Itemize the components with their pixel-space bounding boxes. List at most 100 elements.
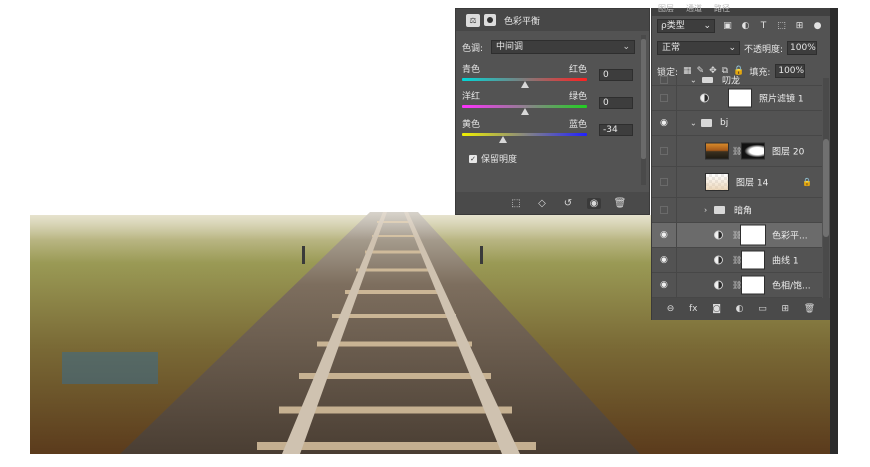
slider-left-label: 洋红 [462,92,481,102]
add-mask-icon[interactable]: ◙ [712,304,721,314]
eye-icon[interactable]: ◉ [660,280,668,290]
adjustment-layer-icon [714,280,723,290]
layer-mask-thumbnail[interactable] [741,250,765,270]
visibility-toggle[interactable] [660,178,668,186]
column-divider [676,248,677,272]
layer-row[interactable]: ◉ ⛓ 曲线 1 [652,248,822,273]
eye-icon[interactable]: ◉ [660,255,668,265]
reset-icon[interactable]: ↺ [561,198,575,209]
eye-icon[interactable]: ◉ [660,118,668,128]
layer-row[interactable]: › 暗角 [652,198,822,223]
opacity-label: 不透明度: [744,44,784,55]
preserve-luminosity-checkbox[interactable]: ✓ [469,154,477,163]
view-previous-icon[interactable]: ◇ [535,198,549,209]
chevron-right-icon[interactable]: › [704,206,707,215]
layer-name: 色彩平... [772,231,808,242]
pixel-filter-icon[interactable]: ▣ [722,21,733,31]
trash-icon[interactable]: 🗑 [804,304,815,314]
column-divider [676,198,677,222]
smart-object-filter-icon[interactable]: ⊞ [794,21,805,31]
trash-icon[interactable]: 🗑 [613,198,627,209]
adjustment-filter-icon[interactable]: ◐ [740,21,751,31]
yellow-blue-slider[interactable]: 黄色 蓝色 [462,119,587,143]
eye-icon[interactable]: ◉ [660,230,668,240]
layers-scroll-thumb[interactable] [823,139,829,237]
layer-name: bj [720,118,729,128]
tone-value: 中间调 [496,42,524,52]
layer-row-selected[interactable]: ◉ ⛓ 色彩平... [652,223,822,248]
preserve-luminosity[interactable]: ✓ 保留明度 [469,152,517,165]
yellow-blue-value-field[interactable]: -34 [599,124,633,136]
folder-icon [714,206,725,214]
layer-row[interactable]: 照片滤镜 1 [652,86,822,111]
column-divider [676,75,677,85]
blend-mode-select[interactable]: 正常 ⌄ [657,41,740,55]
filter-row: ρ类型 ⌄ ▣ ◐ T ⬚ ⊞ ● [657,19,823,33]
layer-name: 暗角 [734,206,753,217]
chevron-down-icon: ⌄ [728,43,736,53]
visibility-toggle[interactable] [660,76,668,84]
new-layer-icon[interactable]: ⊞ [781,304,789,314]
layer-row[interactable]: ⛓ 图层 20 [652,136,822,167]
properties-footer: ⬚ ◇ ↺ ◉ 🗑 [456,192,649,214]
tab-channels[interactable]: 通道 [686,3,702,14]
layer-name: 图层 14 [736,178,769,189]
layer-name: 色相/饱... [772,281,811,292]
panel-title: 色彩平衡 [504,16,541,27]
slider-thumb[interactable] [520,81,529,88]
visibility-toggle[interactable] [660,206,668,214]
type-filter-icon[interactable]: T [758,21,769,31]
cyan-red-value-field[interactable]: 0 [599,69,633,81]
opacity-field[interactable]: 100% [787,41,818,55]
new-adjustment-icon[interactable]: ◐ [736,304,744,314]
filter-type-select[interactable]: ρ类型 ⌄ [657,19,715,33]
fx-icon[interactable]: fx [689,304,698,314]
visibility-toggle[interactable] [660,147,668,155]
column-divider [676,223,677,247]
blend-mode-value: 正常 [662,43,681,53]
slider-thumb[interactable] [499,136,508,143]
layer-mask-thumbnail[interactable] [728,88,752,108]
filter-toggle-icon[interactable]: ● [812,21,823,31]
layer-row[interactable]: ◉ ⛓ 色相/饱... [652,273,822,298]
layer-thumbnail[interactable] [705,173,729,191]
filter-type-label: ρ类型 [661,21,685,31]
layer-row[interactable]: 图层 14 🔒 [652,167,822,198]
shape-filter-icon[interactable]: ⬚ [776,21,787,31]
link-layers-icon[interactable]: ⊖ [667,304,675,314]
magenta-green-slider[interactable]: 洋红 绿色 [462,91,587,115]
layer-mask-thumbnail[interactable] [740,224,766,246]
cyan-red-slider[interactable]: 青色 红色 [462,64,587,88]
chevron-down-icon[interactable]: ⌄ [690,119,697,128]
slider-right-label: 绿色 [568,92,587,102]
layer-list: ⌄ 叨龙 照片滤镜 1 ◉ ⌄ bj ⛓ 图层 20 图层 14 🔒 › 暗角 … [652,75,822,298]
layer-mask-icon[interactable] [484,14,496,26]
layer-name: 曲线 1 [772,256,799,267]
canvas-scrollbar[interactable] [830,8,838,454]
properties-scroll-thumb[interactable] [641,39,646,159]
tone-select[interactable]: 中间调 ⌄ [491,40,636,54]
layers-tabs: 图层 通道 路径 [652,4,830,16]
adjustment-layer-icon [700,93,709,103]
layer-thumbnail[interactable] [705,142,729,160]
layer-name: 叨龙 [722,76,741,87]
tab-layers[interactable]: 图层 [658,3,674,14]
layer-mask-thumbnail[interactable] [741,275,765,295]
new-group-icon[interactable]: ▭ [758,304,767,314]
properties-header: ⚖ 色彩平衡 [456,9,649,31]
clip-to-layer-icon[interactable]: ⬚ [509,198,523,209]
tab-paths[interactable]: 路径 [714,3,730,14]
visibility-toggle[interactable] [660,94,668,102]
magenta-green-value-field[interactable]: 0 [599,97,633,109]
column-divider [676,86,677,110]
color-balance-panel: ⚖ 色彩平衡 色调: 中间调 ⌄ 青色 红色 0 洋红 绿色 0 黄色 蓝色 -… [455,8,650,215]
visibility-icon[interactable]: ◉ [587,197,601,209]
layer-row[interactable]: ⌄ 叨龙 [652,75,822,87]
slider-track[interactable] [462,133,587,136]
layers-panel: 图层 通道 路径 ρ类型 ⌄ ▣ ◐ T ⬚ ⊞ ● 正常 ⌄ 不透明度: 10… [651,4,830,320]
layer-mask-thumbnail[interactable] [741,142,765,160]
chevron-down-icon[interactable]: ⌄ [690,76,697,85]
folder-icon [702,77,713,83]
slider-thumb[interactable] [520,108,529,115]
layer-row[interactable]: ◉ ⌄ bj [652,111,822,136]
